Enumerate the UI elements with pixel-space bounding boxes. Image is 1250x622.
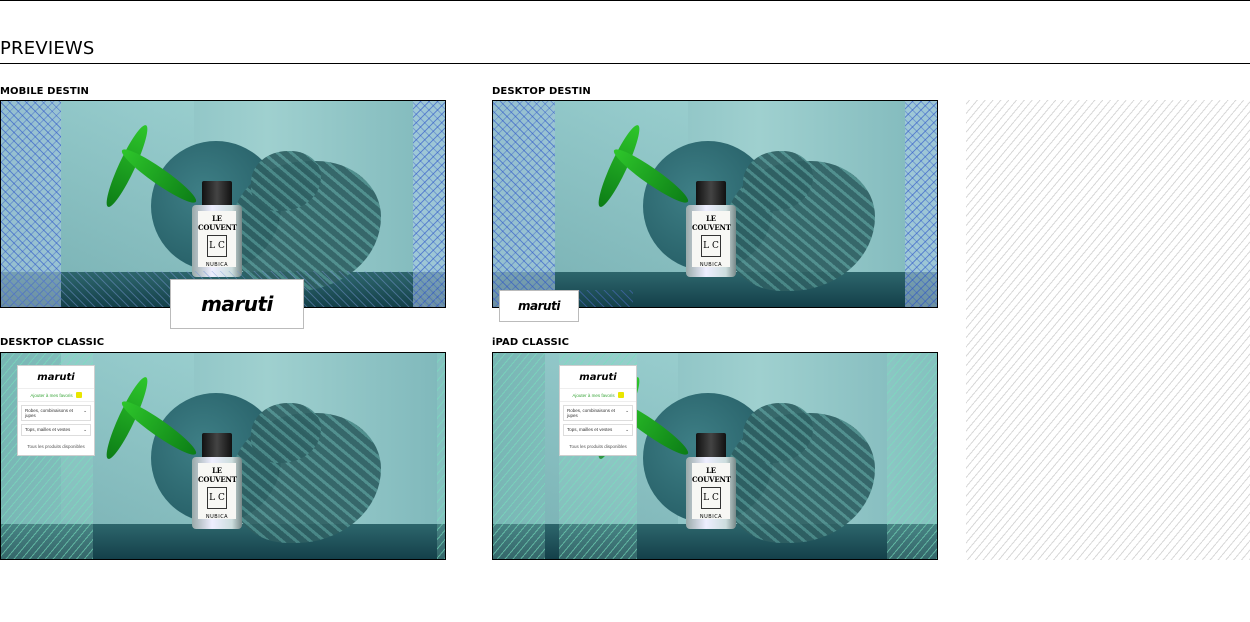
safe-zone-left [493, 353, 545, 559]
category-select-1[interactable]: Robes, combinaisons et jupes ⌄ [21, 405, 91, 421]
perfume-bottle: LE COUVENT L C NUBICA [686, 181, 736, 277]
preview-label-desktop-destin: DESKTOP DESTIN [492, 86, 591, 97]
safe-zone-right [905, 101, 937, 307]
preview-label-ipad-classic: iPAD CLASSIC [492, 337, 570, 348]
preview-desktop-classic[interactable]: LE COUVENT L C NUBICA maruti Ajouter à m… [0, 352, 446, 560]
preview-label-mobile-destin: MOBILE DESTIN [0, 86, 90, 97]
section-divider [0, 63, 1250, 64]
star-icon [75, 392, 82, 398]
logo-tile: maruti [170, 279, 304, 329]
empty-preview-placeholder [966, 100, 1250, 560]
favorite-button[interactable]: Ajouter à mes favoris [18, 389, 94, 402]
section-title: PREVIEWS [0, 38, 95, 59]
category-select-2[interactable]: Tops, mailles et vestes ⌄ [563, 424, 633, 436]
perfume-bottle: LE COUVENT L C NUBICA [192, 433, 242, 529]
star-icon [617, 392, 624, 398]
all-products-link[interactable]: Tous les produits disponibles [18, 439, 94, 455]
favorite-button[interactable]: Ajouter à mes favoris [560, 389, 636, 402]
logo-tile: maruti [499, 290, 579, 322]
brand-logo: maruti [560, 366, 636, 389]
brand-logo: maruti [18, 366, 94, 389]
chevron-down-icon: ⌄ [625, 427, 629, 432]
campaign-image: LE COUVENT L C NUBICA [493, 101, 937, 307]
category-select-1[interactable]: Robes, combinaisons et jupes ⌄ [563, 405, 633, 421]
perfume-bottle: LE COUVENT L C NUBICA [192, 181, 242, 277]
classic-side-card: maruti Ajouter à mes favoris Robes, comb… [17, 365, 95, 456]
preview-label-desktop-classic: DESKTOP CLASSIC [0, 337, 105, 348]
all-products-link[interactable]: Tous les produits disponibles [560, 439, 636, 455]
preview-ipad-classic[interactable]: LE COUVENT L C NUBICA maruti Ajouter à m… [492, 352, 938, 560]
classic-side-card: maruti Ajouter à mes favoris Robes, comb… [559, 365, 637, 456]
brand-logo: maruti [518, 299, 560, 313]
safe-zone-right [887, 353, 937, 559]
top-border [0, 0, 1250, 1]
category-select-2[interactable]: Tops, mailles et vestes ⌄ [21, 424, 91, 436]
brand-logo: maruti [201, 292, 273, 316]
perfume-bottle: LE COUVENT L C NUBICA [686, 433, 736, 529]
preview-desktop-destin[interactable]: LE COUVENT L C NUBICA [492, 100, 938, 308]
safe-zone-right [437, 353, 445, 559]
preview-mobile-destin[interactable]: LE COUVENT L C NUBICA [0, 100, 446, 308]
chevron-down-icon: ⌄ [83, 408, 87, 413]
chevron-down-icon: ⌄ [83, 427, 87, 432]
chevron-down-icon: ⌄ [625, 408, 629, 413]
safe-zone-left [493, 101, 555, 307]
